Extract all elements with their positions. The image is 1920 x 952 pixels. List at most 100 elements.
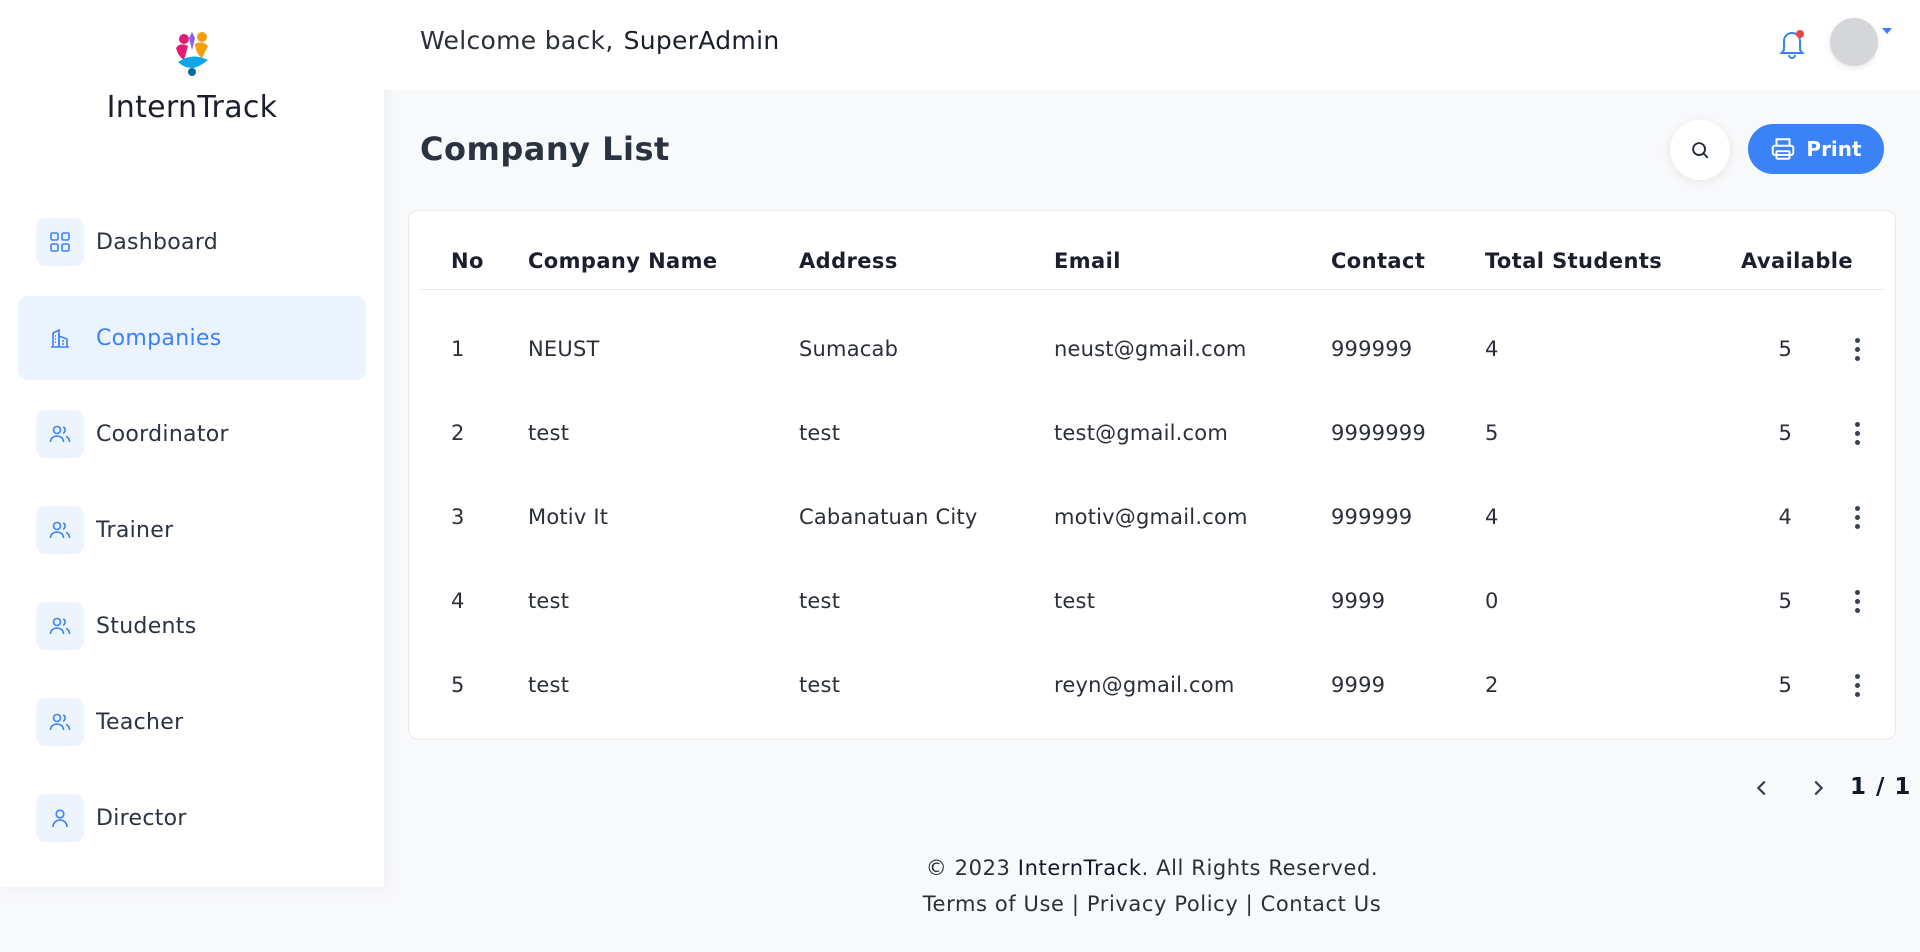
sidebar-item-dashboard[interactable]: Dashboard: [18, 200, 366, 284]
column-header-total-students: Total Students: [1485, 249, 1663, 273]
chevron-left-icon[interactable]: [1748, 774, 1776, 802]
cell-contact: 999999: [1331, 337, 1413, 361]
company-table: No Company Name Address Email Contact To…: [408, 210, 1896, 740]
cell-company-name: test: [528, 589, 570, 613]
top-header: Welcome back, SuperAdmin: [384, 0, 1920, 90]
table-row: 2 test test test@gmail.com 9999999 5 5: [421, 421, 1885, 505]
grid-icon: [36, 218, 84, 266]
cell-company-name: Motiv It: [528, 505, 609, 529]
cell-no: 5: [451, 673, 465, 697]
terms-of-use-link[interactable]: Terms of Use: [923, 892, 1065, 916]
sidebar-item-students[interactable]: Students: [18, 584, 366, 668]
page-indicator: 1 / 1: [1850, 774, 1912, 800]
cell-email: reyn@gmail.com: [1054, 673, 1235, 697]
row-actions-kebab-icon[interactable]: [1845, 670, 1869, 700]
table-row: 4 test test test 9999 0 5: [421, 589, 1885, 673]
sidebar-item-label: Coordinator: [96, 421, 229, 447]
row-actions-kebab-icon[interactable]: [1845, 418, 1869, 448]
users-icon: [36, 602, 84, 650]
footer-separator: |: [1245, 892, 1254, 916]
footer-separator: |: [1071, 892, 1080, 916]
cell-no: 3: [451, 505, 465, 529]
copyright-suffix: . All Rights Reserved.: [1141, 856, 1379, 880]
privacy-policy-link[interactable]: Privacy Policy: [1087, 892, 1239, 916]
sidebar-item-companies[interactable]: Companies: [18, 296, 366, 380]
cell-email: neust@gmail.com: [1054, 337, 1247, 361]
column-header-available: Available: [1741, 249, 1854, 273]
username: SuperAdmin: [623, 26, 780, 55]
cell-email: test: [1054, 589, 1096, 613]
chevron-down-icon[interactable]: [1882, 28, 1892, 34]
search-button[interactable]: [1670, 120, 1730, 180]
cell-available: 4: [1778, 505, 1792, 529]
cell-total-students: 4: [1485, 505, 1499, 529]
cell-no: 2: [451, 421, 465, 445]
table-header: No Company Name Address Email Contact To…: [421, 249, 1885, 290]
cell-available: 5: [1778, 337, 1792, 361]
contact-us-link[interactable]: Contact Us: [1261, 892, 1382, 916]
sidebar-item-label: Students: [96, 613, 197, 639]
cell-email: test@gmail.com: [1054, 421, 1228, 445]
brand-name: InternTrack: [106, 90, 278, 125]
avatar[interactable]: [1830, 18, 1878, 66]
cell-company-name: test: [528, 421, 570, 445]
sidebar-item-label: Director: [96, 805, 187, 831]
users-icon: [36, 698, 84, 746]
table-row: 5 test test reyn@gmail.com 9999 2 5: [421, 673, 1885, 757]
cell-company-name: NEUST: [528, 337, 600, 361]
cell-available: 5: [1778, 673, 1792, 697]
sidebar-item-director[interactable]: Director: [18, 776, 366, 860]
cell-contact: 999999: [1331, 505, 1413, 529]
cell-email: motiv@gmail.com: [1054, 505, 1248, 529]
users-icon: [36, 410, 84, 458]
column-header-company-name: Company Name: [528, 249, 718, 273]
cell-no: 4: [451, 589, 465, 613]
footer: © 2023 InternTrack. All Rights Reserved.…: [384, 850, 1920, 922]
cell-contact: 9999999: [1331, 421, 1426, 445]
building-icon: [36, 314, 84, 362]
cell-total-students: 4: [1485, 337, 1499, 361]
column-header-contact: Contact: [1331, 249, 1426, 273]
print-button-label: Print: [1806, 137, 1862, 161]
column-header-address: Address: [799, 249, 898, 273]
sidebar-item-trainer[interactable]: Trainer: [18, 488, 366, 572]
cell-contact: 9999: [1331, 673, 1386, 697]
row-actions-kebab-icon[interactable]: [1845, 334, 1869, 364]
sidebar-item-label: Dashboard: [96, 229, 219, 255]
sidebar-item-coordinator[interactable]: Coordinator: [18, 392, 366, 476]
sidebar-item-teacher[interactable]: Teacher: [18, 680, 366, 764]
cell-total-students: 2: [1485, 673, 1499, 697]
cell-total-students: 5: [1485, 421, 1499, 445]
sidebar: InternTrack Dashboard Companies Coordina…: [0, 0, 384, 887]
cell-contact: 9999: [1331, 589, 1386, 613]
cell-address: Sumacab: [799, 337, 899, 361]
welcome-message: Welcome back, SuperAdmin: [420, 26, 779, 55]
cell-total-students: 0: [1485, 589, 1499, 613]
sidebar-item-label: Teacher: [96, 709, 184, 735]
table-row: 1 NEUST Sumacab neust@gmail.com 999999 4…: [421, 337, 1885, 421]
cell-address: Cabanatuan City: [799, 505, 978, 529]
sidebar-item-label: Companies: [96, 325, 222, 351]
users-icon: [36, 506, 84, 554]
print-button[interactable]: Print: [1748, 124, 1884, 174]
row-actions-kebab-icon[interactable]: [1845, 502, 1869, 532]
sidebar-nav: Dashboard Companies Coordinator Trainer …: [18, 200, 366, 872]
cell-company-name: test: [528, 673, 570, 697]
cell-available: 5: [1778, 589, 1792, 613]
interntrack-logo-icon: [176, 32, 208, 76]
copyright-prefix: © 2023: [925, 856, 1011, 880]
user-icon: [36, 794, 84, 842]
row-actions-kebab-icon[interactable]: [1845, 586, 1869, 616]
cell-no: 1: [451, 337, 465, 361]
column-header-no: No: [451, 249, 484, 273]
cell-available: 5: [1778, 421, 1792, 445]
copyright: © 2023 InternTrack. All Rights Reserved.: [384, 850, 1920, 886]
printer-icon: [1772, 138, 1795, 160]
welcome-text: Welcome back,: [420, 26, 614, 55]
cell-address: test: [799, 673, 841, 697]
footer-links: Terms of Use | Privacy Policy | Contact …: [384, 886, 1920, 922]
notification-dot: [1796, 30, 1804, 38]
cell-address: test: [799, 589, 841, 613]
chevron-right-icon[interactable]: [1804, 774, 1832, 802]
column-header-email: Email: [1054, 249, 1121, 273]
